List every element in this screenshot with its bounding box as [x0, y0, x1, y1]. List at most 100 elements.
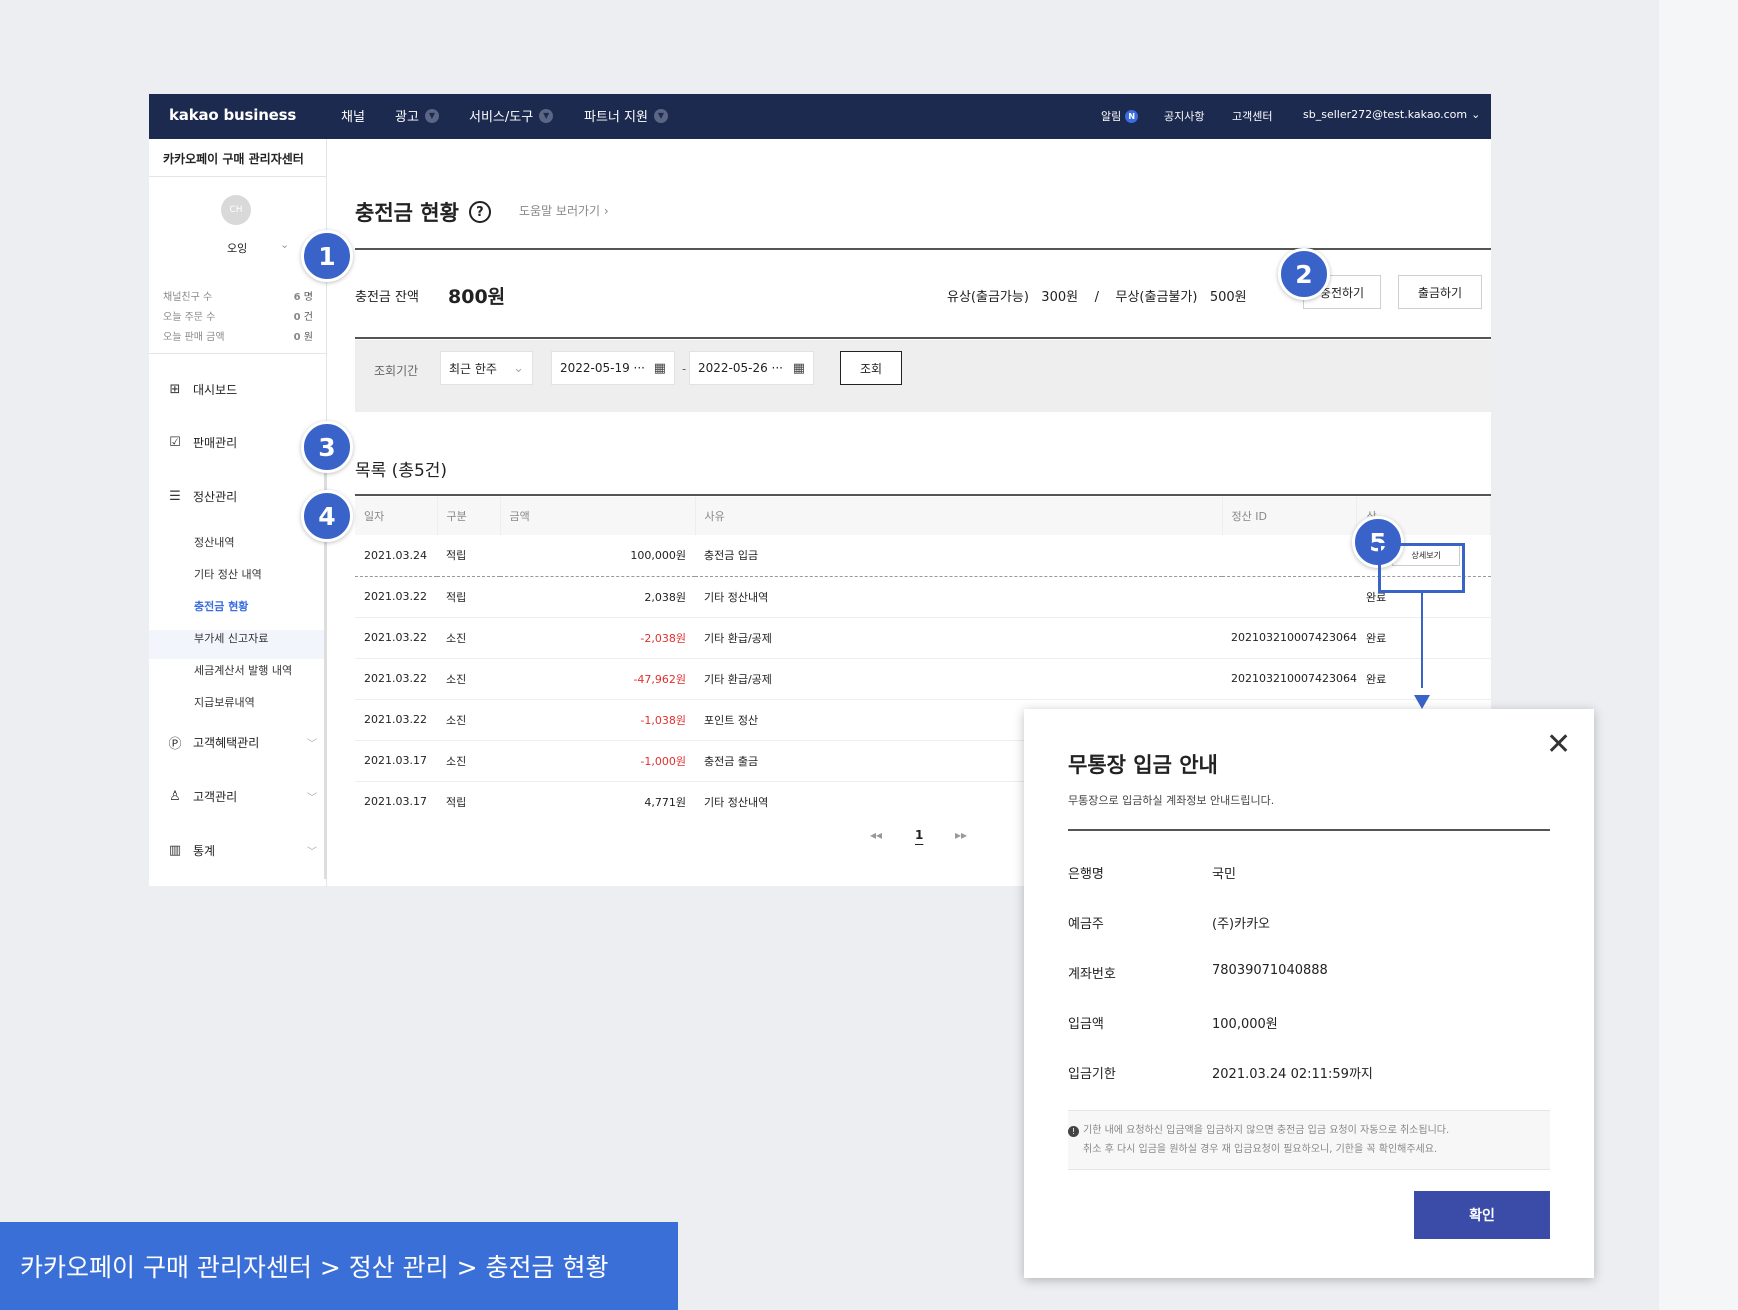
cell-date: 2021.03.22	[355, 617, 437, 659]
table-header: 일자 구분 금액 사유 정산 ID 상	[355, 497, 1491, 535]
cell-status: 완료	[1356, 658, 1491, 700]
annotation-badge-3: 3	[301, 421, 353, 473]
stat-value: 6	[293, 292, 301, 303]
page-title-text: 충전금 현황	[355, 201, 459, 225]
sidebar-item-dashboard[interactable]: ⊞ 대시보드	[167, 381, 317, 398]
chevron-down-icon[interactable]: ⌄	[280, 238, 289, 251]
cell-type: 소진	[437, 740, 500, 782]
col-amount: 금액	[500, 497, 696, 535]
calendar-icon: ▦	[653, 360, 666, 376]
menu-label: 고객혜택관리	[193, 736, 260, 750]
amount-label: 입금액	[1068, 1017, 1104, 1032]
bank-label: 은행명	[1068, 867, 1104, 882]
table-row[interactable]: 2021.03.22 소진 -2,038원 기타 환급/공제 202103210…	[355, 617, 1491, 659]
menu-label: 고객관리	[193, 790, 238, 804]
divider	[355, 337, 1491, 339]
nav-item-partner[interactable]: 파트너 지원 ▼	[584, 106, 668, 125]
help-icon[interactable]: ?	[468, 201, 491, 223]
account-number-value: 78039071040888	[1212, 963, 1328, 978]
sidebar-item-sales[interactable]: ☑ 판매관리	[167, 434, 317, 451]
withdraw-button[interactable]: 출금하기	[1398, 275, 1482, 309]
cell-amount: 2,038원	[500, 576, 695, 618]
help-link[interactable]: 도움말 보러가기 ›	[519, 202, 609, 219]
modal-title: 무통장 입금 안내	[1068, 753, 1218, 777]
cell-type: 소진	[437, 617, 500, 659]
table-row[interactable]: 2021.03.24 적립 100,000원 충전금 입금 대기상세보기	[355, 535, 1491, 577]
cell-amount: 4,771원	[644, 795, 686, 809]
sidebar-sub-vat[interactable]: 부가세 신고자료	[194, 630, 268, 646]
page-title: 충전금 현황?	[355, 197, 491, 227]
cell-type: 적립	[437, 576, 500, 618]
sidebar-item-benefit[interactable]: Ⓟ 고객혜택관리 ﹀	[167, 734, 317, 752]
chevron-down-icon: ⌄	[513, 360, 524, 376]
col-settlement-id: 정산 ID	[1222, 497, 1358, 535]
stat-unit: 건	[303, 312, 313, 323]
deadline-label: 입금기한	[1068, 1067, 1116, 1082]
search-button[interactable]: 조회	[840, 351, 902, 385]
cell-date: 2021.03.17	[355, 740, 437, 782]
sidebar-sub-charge-status[interactable]: 충전금 현황	[194, 598, 248, 614]
end-date-input[interactable]: 2022-05-26 ··· ▦	[689, 351, 814, 385]
period-select[interactable]: 최근 한주 ⌄	[440, 351, 533, 385]
nav-item-channel[interactable]: 채널	[341, 106, 365, 125]
highlight-box	[1378, 543, 1465, 593]
sidebar-sub-payment-hold[interactable]: 지급보류내역	[194, 694, 255, 710]
account-email: sb_seller272@test.kakao.com	[1303, 108, 1468, 121]
sidebar-item-settlement[interactable]: ☰정산관리︿	[167, 488, 317, 505]
nav-label: 채널	[341, 110, 365, 125]
sidebar-item-customer[interactable]: ♙ 고객관리 ﹀	[167, 788, 317, 805]
nav-item-ads[interactable]: 광고 ▼	[395, 106, 439, 125]
pager-page-1[interactable]: 1	[915, 828, 923, 842]
amount-value: 100,000원	[1212, 1017, 1278, 1032]
nav-label: 파트너 지원	[584, 110, 648, 125]
holder-label: 예금주	[1068, 917, 1104, 932]
pager-next[interactable]: ▸▸	[955, 828, 967, 842]
chevron-down-icon: ▼	[424, 108, 439, 123]
balance-detail: 유상(출금가능) 300원 / 무상(출금불가) 500원	[947, 290, 1247, 305]
notice-box: ! 기한 내에 요청하신 입금액을 입금하지 않으면 충전금 입금 요청이 자동으…	[1068, 1110, 1550, 1170]
sidebar-sub-tax-invoice[interactable]: 세금계산서 발행 내역	[194, 662, 292, 678]
database-icon: ☰	[169, 489, 181, 504]
cell-date: 2021.03.24	[355, 535, 437, 577]
menu-label: 통계	[193, 844, 216, 858]
cell-status: 완료	[1356, 617, 1491, 659]
cell-amount: 100,000원	[500, 535, 695, 577]
col-reason: 사유	[695, 497, 1223, 535]
nav-label: 광고	[395, 110, 419, 125]
cell-reason: 기타 정산내역	[695, 576, 1222, 618]
list-title: 목록 (총5건)	[355, 461, 448, 481]
divider	[355, 248, 1491, 250]
end-date-value: 2022-05-26 ···	[698, 361, 783, 375]
alarm-link[interactable]: 알림 N	[1101, 108, 1139, 124]
start-date-input[interactable]: 2022-05-19 ··· ▦	[551, 351, 675, 385]
pager-prev[interactable]: ◂◂	[870, 828, 882, 842]
bar-chart-icon: ▥	[168, 843, 182, 858]
table-row[interactable]: 2021.03.22 소진 -47,962원 기타 환급/공제 20210321…	[355, 658, 1491, 700]
annotation-badge-1: 1	[301, 230, 353, 282]
cell-date: 2021.03.22	[355, 699, 437, 741]
divider	[355, 494, 1491, 496]
arrow-line	[1421, 593, 1423, 688]
start-date-value: 2022-05-19 ···	[560, 361, 645, 375]
support-link[interactable]: 고객센터	[1232, 108, 1272, 124]
notice-link[interactable]: 공지사항	[1164, 108, 1204, 124]
confirm-button[interactable]: 확인	[1414, 1191, 1550, 1239]
chevron-down-icon: ▼	[539, 108, 554, 123]
arrow-down-icon	[1414, 695, 1430, 709]
stat-label: 오늘 주문 수	[163, 312, 216, 323]
table-row[interactable]: 2021.03.22 적립 2,038원 기타 정산내역 완료	[355, 576, 1491, 618]
account-menu[interactable]: sb_seller272@test.kakao.com ⌄	[1303, 108, 1480, 121]
sidebar-item-stats[interactable]: ▥ 통계 ﹀	[167, 842, 317, 859]
sidebar-sub-other-settlement[interactable]: 기타 정산 내역	[194, 566, 262, 582]
close-icon[interactable]: ✕	[1546, 727, 1571, 762]
logo[interactable]: kakao business	[169, 106, 296, 124]
cell-type: 적립	[446, 795, 467, 809]
cell-type: 소진	[437, 699, 500, 741]
deadline-value: 2021.03.24 02:11:59까지	[1212, 1067, 1373, 1082]
point-icon: Ⓟ	[168, 737, 182, 752]
nav-item-services[interactable]: 서비스/도구 ▼	[469, 106, 554, 125]
sidebar-sub-settlement-history[interactable]: 정산내역	[194, 534, 234, 550]
balance-label: 충전금 잔액	[355, 290, 419, 305]
cell-date: 2021.03.22	[355, 576, 437, 618]
profile-name[interactable]: 오잉	[227, 240, 247, 256]
